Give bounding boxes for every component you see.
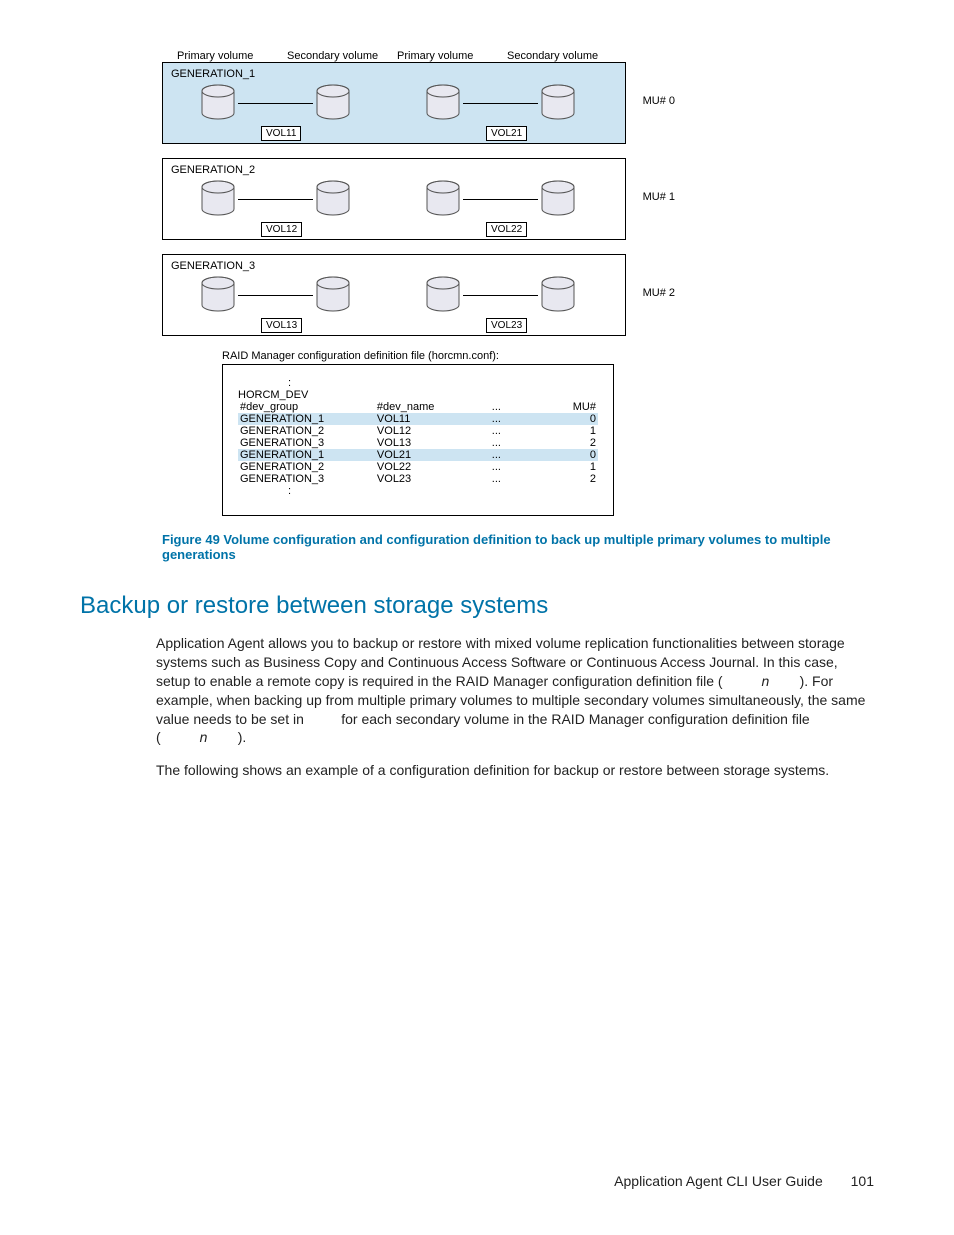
cylinder-icon [198, 275, 238, 315]
cylinder-icon [423, 179, 463, 219]
figure-caption: Figure 49 Volume configuration and confi… [162, 532, 844, 562]
section-heading: Backup or restore between storage system… [80, 592, 874, 620]
header-secondary-2: Secondary volume [507, 50, 617, 62]
connector-line [463, 295, 538, 296]
config-row: GENERATION_2VOL12...1 [238, 425, 598, 437]
connector-line [238, 199, 313, 200]
cylinder-icon [313, 83, 353, 123]
volume-label: VOL23 [486, 318, 527, 333]
generation-row: GENERATION_2VOL12VOL22MU# 1 [162, 158, 626, 240]
config-file-caption: RAID Manager configuration definition fi… [222, 350, 844, 362]
config-row: GENERATION_3VOL23...2 [238, 473, 598, 485]
volume-label: VOL12 [261, 222, 302, 237]
volume-label: VOL21 [486, 126, 527, 141]
connector-line [463, 199, 538, 200]
cylinder-icon [423, 275, 463, 315]
config-row: GENERATION_2VOL22...1 [238, 461, 598, 473]
generation-title: GENERATION_3 [171, 260, 255, 272]
cylinder-icon [538, 83, 578, 123]
config-definition-box: : HORCM_DEV #dev_group #dev_name ... MU#… [222, 364, 614, 516]
config-horcm-dev: HORCM_DEV [238, 389, 598, 401]
cylinder-icon [538, 275, 578, 315]
volume-label: VOL13 [261, 318, 302, 333]
mu-label: MU# 1 [643, 191, 675, 203]
page-footer: Application Agent CLI User Guide 101 [614, 1173, 874, 1189]
volume-label: VOL22 [486, 222, 527, 237]
diagram-column-headers: Primary volume Secondary volume Primary … [162, 50, 674, 62]
paragraph-2: The following shows an example of a conf… [156, 761, 874, 780]
cylinder-icon [198, 179, 238, 219]
cylinder-icon [313, 275, 353, 315]
cylinder-icon [423, 83, 463, 123]
config-row: GENERATION_1VOL21...0 [238, 449, 598, 461]
header-primary-2: Primary volume [397, 50, 507, 62]
header-secondary-1: Secondary volume [287, 50, 397, 62]
page-number: 101 [851, 1173, 874, 1189]
config-row: GENERATION_3VOL13...2 [238, 437, 598, 449]
header-primary-1: Primary volume [177, 50, 287, 62]
cylinder-icon [538, 179, 578, 219]
connector-line [238, 103, 313, 104]
mu-label: MU# 0 [643, 95, 675, 107]
generation-title: GENERATION_2 [171, 164, 255, 176]
config-column-header: #dev_group #dev_name ... MU# [238, 401, 598, 413]
footer-title: Application Agent CLI User Guide [614, 1173, 823, 1189]
generation-row: GENERATION_1VOL11VOL21MU# 0 [162, 62, 626, 144]
volume-label: VOL11 [261, 126, 301, 141]
mu-label: MU# 2 [643, 287, 675, 299]
generation-title: GENERATION_1 [171, 68, 255, 80]
connector-line [238, 295, 313, 296]
generation-row: GENERATION_3VOL13VOL23MU# 2 [162, 254, 626, 336]
paragraph-1: Application Agent allows you to backup o… [156, 634, 874, 747]
cylinder-icon [198, 83, 238, 123]
config-row: GENERATION_1VOL11...0 [238, 413, 598, 425]
connector-line [463, 103, 538, 104]
cylinder-icon [313, 179, 353, 219]
